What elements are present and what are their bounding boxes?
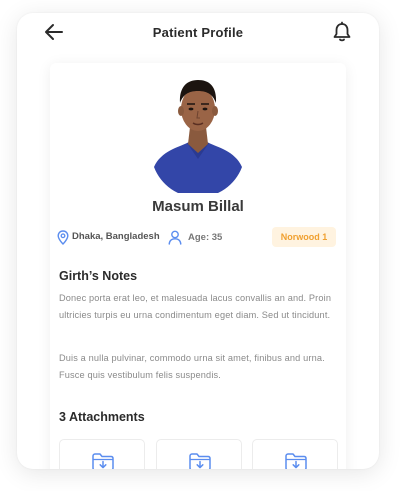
profile-card: Masum Billal Dhaka, Bangladesh Age: 35 N… bbox=[50, 63, 346, 469]
profile-meta: Dhaka, Bangladesh Age: 35 Norwood 1 bbox=[57, 227, 339, 249]
header-bar: Patient Profile bbox=[17, 13, 379, 53]
notification-button[interactable] bbox=[332, 21, 352, 43]
person-icon bbox=[168, 230, 182, 245]
attachments-list bbox=[59, 439, 339, 469]
attachment-item[interactable] bbox=[156, 439, 242, 469]
user-photo bbox=[151, 80, 245, 193]
notes-paragraph: Duis a nulla pulvinar, commodo urna sit … bbox=[59, 353, 325, 380]
location-text: Dhaka, Bangladesh bbox=[72, 231, 160, 242]
folder-download-icon bbox=[92, 453, 114, 469]
attachment-item[interactable] bbox=[59, 439, 145, 469]
age-text: Age: 35 bbox=[188, 232, 223, 243]
attachment-item[interactable] bbox=[252, 439, 338, 469]
page-title: Patient Profile bbox=[152, 25, 244, 40]
folder-download-icon bbox=[285, 453, 307, 469]
avatar bbox=[151, 69, 245, 193]
notes-title: Girth’s Notes bbox=[59, 269, 138, 283]
folder-download-icon bbox=[189, 453, 211, 469]
app-screen: Patient Profile Masum Billal Dhaka, Bang… bbox=[17, 13, 379, 469]
notes-paragraph: Donec porta erat leo, et malesuada lacus… bbox=[59, 293, 332, 320]
location-pin-icon bbox=[57, 230, 69, 245]
profile-name: Masum Billal bbox=[152, 198, 244, 215]
status-badge: Norwood 1 bbox=[272, 227, 336, 247]
bell-icon bbox=[333, 21, 351, 42]
attachments-title: 3 Attachments bbox=[59, 410, 145, 424]
